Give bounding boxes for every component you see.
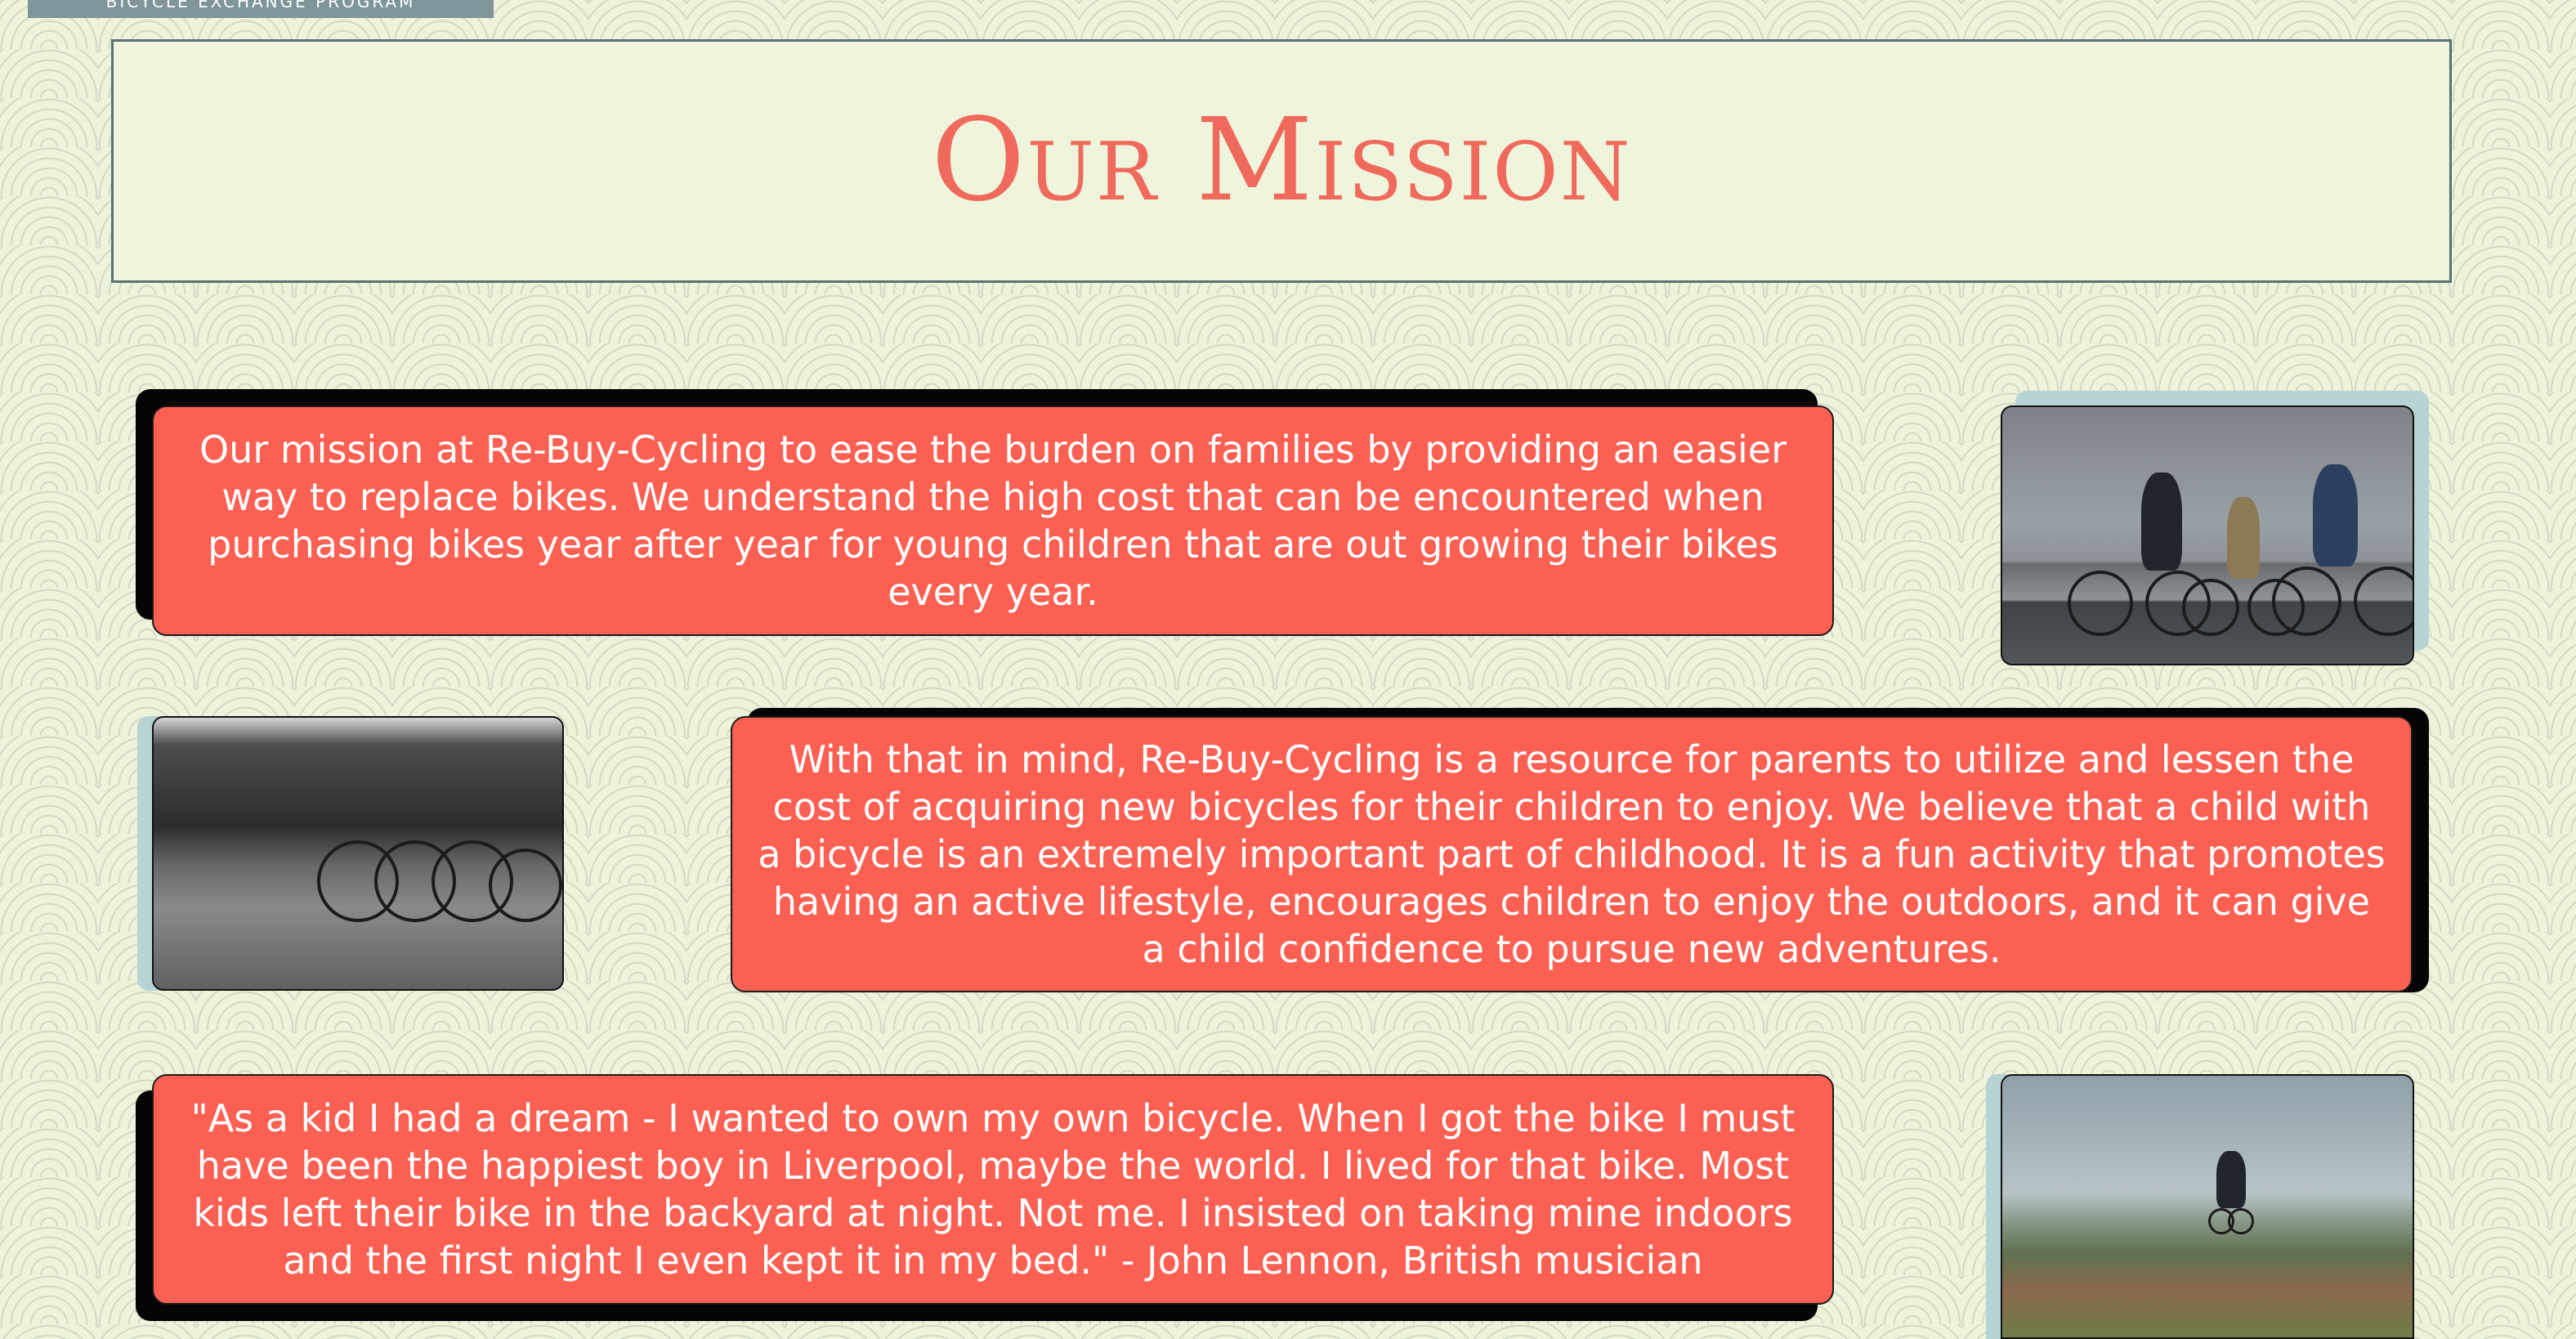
bike-wheel-shape — [2272, 566, 2341, 636]
bike-wheel-shape — [489, 849, 562, 922]
mission-text-card-1: Our mission at Re-Buy-Cycling to ease th… — [152, 405, 1834, 636]
mission-paragraph-2: With that in mind, Re-Buy-Cycling is a r… — [758, 737, 2386, 971]
brand-tab[interactable]: BICYCLE EXCHANGE PROGRAM — [28, 0, 494, 18]
mission-text-card-2: With that in mind, Re-Buy-Cycling is a r… — [731, 716, 2413, 992]
rider-shape — [2141, 472, 2182, 571]
bike-wheel-shape — [2228, 1208, 2254, 1234]
bike-wheel-shape — [2182, 579, 2239, 636]
lennon-quote: "As a kid I had a dream - I wanted to ow… — [190, 1096, 1796, 1283]
bike-wheel-shape — [2354, 566, 2413, 636]
rider-shape — [2227, 497, 2260, 579]
parked-bicycles-photo — [152, 716, 564, 991]
mission-paragraph-1: Our mission at Re-Buy-Cycling to ease th… — [199, 428, 1787, 614]
brand-tab-label: BICYCLE EXCHANGE PROGRAM — [105, 0, 416, 11]
page-title: Our Mission — [931, 94, 1632, 227]
mission-quote-card: "As a kid I had a dream - I wanted to ow… — [152, 1074, 1834, 1305]
family-cycling-photo — [2001, 405, 2414, 665]
rider-shape — [2313, 464, 2358, 566]
bike-jump-photo — [2001, 1074, 2414, 1339]
bike-wheel-shape — [2068, 571, 2133, 636]
rider-shape — [2216, 1151, 2246, 1208]
mission-header: Our Mission — [111, 39, 2452, 283]
